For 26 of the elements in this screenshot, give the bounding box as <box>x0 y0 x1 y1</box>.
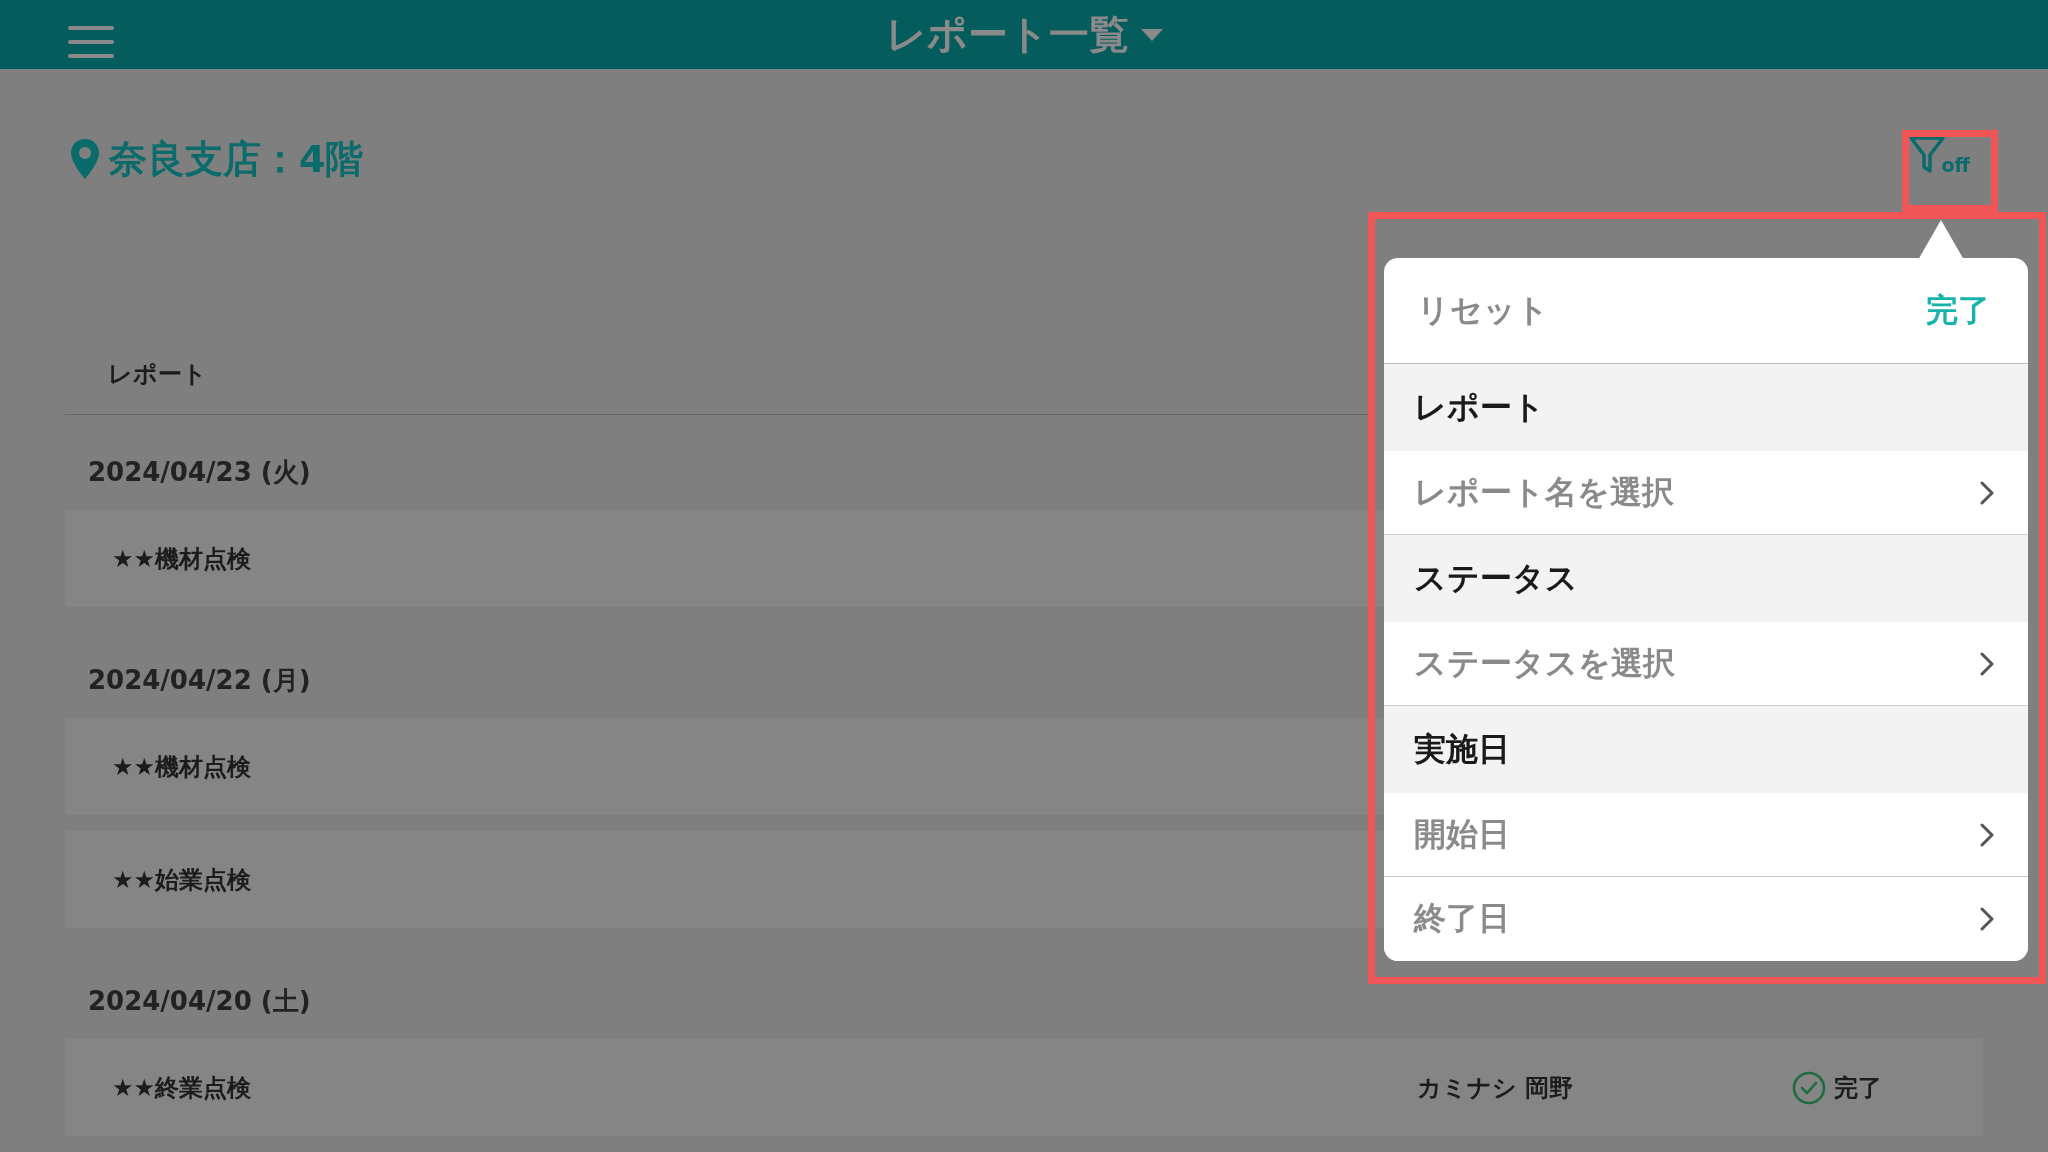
reset-button[interactable]: リセット <box>1417 288 1549 333</box>
column-header: レポート <box>108 359 207 390</box>
section-title: レポート <box>1414 386 1545 428</box>
location-pin-icon <box>71 139 99 179</box>
page-title-dropdown[interactable]: レポート一覧 <box>885 7 1163 62</box>
menu-icon[interactable] <box>68 26 114 58</box>
chevron-right-icon <box>1980 651 1994 676</box>
section-title: 実施日 <box>1414 728 1510 770</box>
chevron-right-icon <box>1980 480 1994 505</box>
assignee-name: カミナシ 岡野 <box>1417 1072 1575 1104</box>
report-name: ★★始業点検 <box>112 864 253 896</box>
section-title: ステータス <box>1414 557 1578 599</box>
date-heading: 2024/04/20 (土) <box>88 985 311 1018</box>
report-row[interactable]: ★★終業点検 カミナシ 岡野 完了 <box>65 1039 1983 1136</box>
chevron-right-icon <box>1980 822 1994 847</box>
chevron-right-icon <box>1980 907 1994 931</box>
report-name: ★★機材点検 <box>112 543 253 575</box>
location-title: 奈良支店：4階 <box>109 135 364 183</box>
date-heading: 2024/04/23 (火) <box>88 456 311 489</box>
done-button[interactable]: 完了 <box>1926 288 1990 333</box>
status-text: 完了 <box>1834 1072 1882 1104</box>
caret-icon <box>1140 28 1163 41</box>
report-name: ★★機材点検 <box>112 751 253 783</box>
date-heading: 2024/04/22 (月) <box>88 664 311 697</box>
report-name: ★★終業点検 <box>112 1072 253 1104</box>
check-circle-icon <box>1792 1070 1826 1105</box>
